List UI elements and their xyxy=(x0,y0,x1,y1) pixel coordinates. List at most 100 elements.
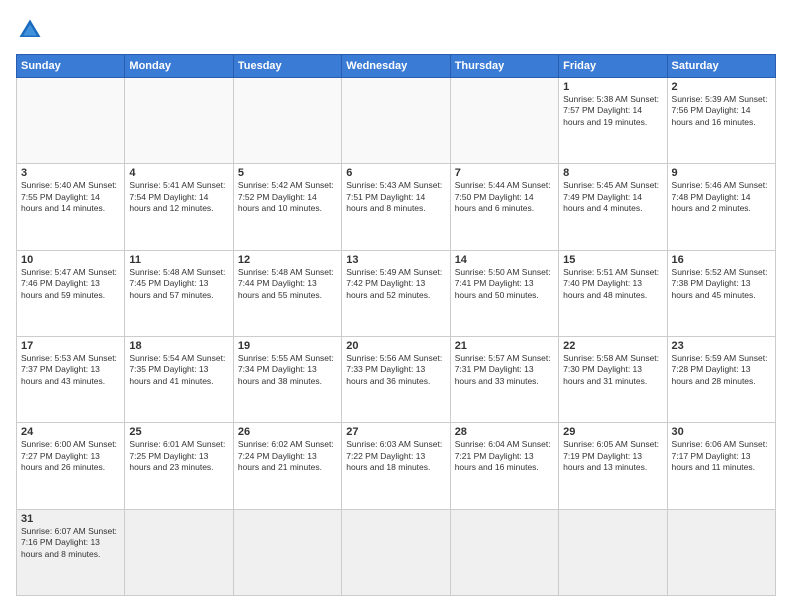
day-info: Sunrise: 5:55 AM Sunset: 7:34 PM Dayligh… xyxy=(238,353,337,387)
day-number: 25 xyxy=(129,426,228,438)
day-number: 6 xyxy=(346,167,445,179)
calendar-cell: 10Sunrise: 5:47 AM Sunset: 7:46 PM Dayli… xyxy=(17,250,125,336)
calendar-cell: 26Sunrise: 6:02 AM Sunset: 7:24 PM Dayli… xyxy=(233,423,341,509)
day-number: 28 xyxy=(455,426,554,438)
calendar-cell xyxy=(233,78,341,164)
day-number: 19 xyxy=(238,340,337,352)
day-info: Sunrise: 5:42 AM Sunset: 7:52 PM Dayligh… xyxy=(238,180,337,214)
calendar-cell xyxy=(450,509,558,595)
calendar-cell: 2Sunrise: 5:39 AM Sunset: 7:56 PM Daylig… xyxy=(667,78,775,164)
calendar-cell: 3Sunrise: 5:40 AM Sunset: 7:55 PM Daylig… xyxy=(17,164,125,250)
day-number: 9 xyxy=(672,167,771,179)
calendar-week-4: 17Sunrise: 5:53 AM Sunset: 7:37 PM Dayli… xyxy=(17,336,776,422)
day-number: 27 xyxy=(346,426,445,438)
day-info: Sunrise: 5:47 AM Sunset: 7:46 PM Dayligh… xyxy=(21,267,120,301)
header xyxy=(16,16,776,44)
day-number: 13 xyxy=(346,254,445,266)
calendar-cell: 9Sunrise: 5:46 AM Sunset: 7:48 PM Daylig… xyxy=(667,164,775,250)
day-number: 15 xyxy=(563,254,662,266)
calendar-week-6: 31Sunrise: 6:07 AM Sunset: 7:16 PM Dayli… xyxy=(17,509,776,595)
calendar-cell xyxy=(233,509,341,595)
weekday-header-sunday: Sunday xyxy=(17,55,125,78)
day-info: Sunrise: 5:40 AM Sunset: 7:55 PM Dayligh… xyxy=(21,180,120,214)
day-number: 3 xyxy=(21,167,120,179)
logo xyxy=(16,16,48,44)
day-info: Sunrise: 5:48 AM Sunset: 7:45 PM Dayligh… xyxy=(129,267,228,301)
day-number: 20 xyxy=(346,340,445,352)
calendar-cell xyxy=(559,509,667,595)
day-number: 4 xyxy=(129,167,228,179)
day-info: Sunrise: 6:07 AM Sunset: 7:16 PM Dayligh… xyxy=(21,526,120,560)
day-info: Sunrise: 5:58 AM Sunset: 7:30 PM Dayligh… xyxy=(563,353,662,387)
day-number: 7 xyxy=(455,167,554,179)
calendar-cell: 16Sunrise: 5:52 AM Sunset: 7:38 PM Dayli… xyxy=(667,250,775,336)
day-info: Sunrise: 5:59 AM Sunset: 7:28 PM Dayligh… xyxy=(672,353,771,387)
calendar-cell: 22Sunrise: 5:58 AM Sunset: 7:30 PM Dayli… xyxy=(559,336,667,422)
calendar-cell xyxy=(342,78,450,164)
calendar-cell: 25Sunrise: 6:01 AM Sunset: 7:25 PM Dayli… xyxy=(125,423,233,509)
day-number: 29 xyxy=(563,426,662,438)
calendar-cell: 21Sunrise: 5:57 AM Sunset: 7:31 PM Dayli… xyxy=(450,336,558,422)
calendar-cell: 29Sunrise: 6:05 AM Sunset: 7:19 PM Dayli… xyxy=(559,423,667,509)
calendar-cell: 5Sunrise: 5:42 AM Sunset: 7:52 PM Daylig… xyxy=(233,164,341,250)
weekday-header-friday: Friday xyxy=(559,55,667,78)
day-number: 12 xyxy=(238,254,337,266)
calendar-cell: 15Sunrise: 5:51 AM Sunset: 7:40 PM Dayli… xyxy=(559,250,667,336)
calendar-cell xyxy=(667,509,775,595)
calendar-cell xyxy=(342,509,450,595)
day-number: 5 xyxy=(238,167,337,179)
calendar-cell xyxy=(125,78,233,164)
calendar-cell: 1Sunrise: 5:38 AM Sunset: 7:57 PM Daylig… xyxy=(559,78,667,164)
weekday-header-tuesday: Tuesday xyxy=(233,55,341,78)
day-number: 14 xyxy=(455,254,554,266)
day-info: Sunrise: 5:56 AM Sunset: 7:33 PM Dayligh… xyxy=(346,353,445,387)
calendar-week-3: 10Sunrise: 5:47 AM Sunset: 7:46 PM Dayli… xyxy=(17,250,776,336)
calendar-cell: 12Sunrise: 5:48 AM Sunset: 7:44 PM Dayli… xyxy=(233,250,341,336)
day-number: 24 xyxy=(21,426,120,438)
calendar-body: 1Sunrise: 5:38 AM Sunset: 7:57 PM Daylig… xyxy=(17,78,776,596)
day-info: Sunrise: 5:38 AM Sunset: 7:57 PM Dayligh… xyxy=(563,94,662,128)
calendar-cell xyxy=(125,509,233,595)
calendar-cell: 28Sunrise: 6:04 AM Sunset: 7:21 PM Dayli… xyxy=(450,423,558,509)
weekday-header-saturday: Saturday xyxy=(667,55,775,78)
weekday-header-thursday: Thursday xyxy=(450,55,558,78)
calendar-cell xyxy=(450,78,558,164)
calendar-table: SundayMondayTuesdayWednesdayThursdayFrid… xyxy=(16,54,776,596)
day-info: Sunrise: 6:00 AM Sunset: 7:27 PM Dayligh… xyxy=(21,439,120,473)
day-number: 30 xyxy=(672,426,771,438)
day-info: Sunrise: 5:53 AM Sunset: 7:37 PM Dayligh… xyxy=(21,353,120,387)
day-number: 22 xyxy=(563,340,662,352)
day-number: 16 xyxy=(672,254,771,266)
day-number: 31 xyxy=(21,513,120,525)
calendar-cell: 24Sunrise: 6:00 AM Sunset: 7:27 PM Dayli… xyxy=(17,423,125,509)
calendar-cell: 8Sunrise: 5:45 AM Sunset: 7:49 PM Daylig… xyxy=(559,164,667,250)
calendar-cell xyxy=(17,78,125,164)
calendar-cell: 20Sunrise: 5:56 AM Sunset: 7:33 PM Dayli… xyxy=(342,336,450,422)
day-info: Sunrise: 5:46 AM Sunset: 7:48 PM Dayligh… xyxy=(672,180,771,214)
calendar-cell: 7Sunrise: 5:44 AM Sunset: 7:50 PM Daylig… xyxy=(450,164,558,250)
day-number: 18 xyxy=(129,340,228,352)
day-info: Sunrise: 5:43 AM Sunset: 7:51 PM Dayligh… xyxy=(346,180,445,214)
calendar-cell: 27Sunrise: 6:03 AM Sunset: 7:22 PM Dayli… xyxy=(342,423,450,509)
calendar-week-2: 3Sunrise: 5:40 AM Sunset: 7:55 PM Daylig… xyxy=(17,164,776,250)
logo-icon xyxy=(16,16,44,44)
weekday-row: SundayMondayTuesdayWednesdayThursdayFrid… xyxy=(17,55,776,78)
day-info: Sunrise: 6:02 AM Sunset: 7:24 PM Dayligh… xyxy=(238,439,337,473)
calendar-cell: 17Sunrise: 5:53 AM Sunset: 7:37 PM Dayli… xyxy=(17,336,125,422)
day-info: Sunrise: 5:41 AM Sunset: 7:54 PM Dayligh… xyxy=(129,180,228,214)
day-info: Sunrise: 5:57 AM Sunset: 7:31 PM Dayligh… xyxy=(455,353,554,387)
calendar-cell: 13Sunrise: 5:49 AM Sunset: 7:42 PM Dayli… xyxy=(342,250,450,336)
day-info: Sunrise: 5:39 AM Sunset: 7:56 PM Dayligh… xyxy=(672,94,771,128)
day-info: Sunrise: 5:48 AM Sunset: 7:44 PM Dayligh… xyxy=(238,267,337,301)
calendar-cell: 4Sunrise: 5:41 AM Sunset: 7:54 PM Daylig… xyxy=(125,164,233,250)
calendar-cell: 18Sunrise: 5:54 AM Sunset: 7:35 PM Dayli… xyxy=(125,336,233,422)
day-info: Sunrise: 5:44 AM Sunset: 7:50 PM Dayligh… xyxy=(455,180,554,214)
day-number: 11 xyxy=(129,254,228,266)
day-number: 8 xyxy=(563,167,662,179)
day-number: 23 xyxy=(672,340,771,352)
calendar-cell: 31Sunrise: 6:07 AM Sunset: 7:16 PM Dayli… xyxy=(17,509,125,595)
calendar-cell: 19Sunrise: 5:55 AM Sunset: 7:34 PM Dayli… xyxy=(233,336,341,422)
day-info: Sunrise: 5:50 AM Sunset: 7:41 PM Dayligh… xyxy=(455,267,554,301)
day-number: 1 xyxy=(563,81,662,93)
day-number: 26 xyxy=(238,426,337,438)
